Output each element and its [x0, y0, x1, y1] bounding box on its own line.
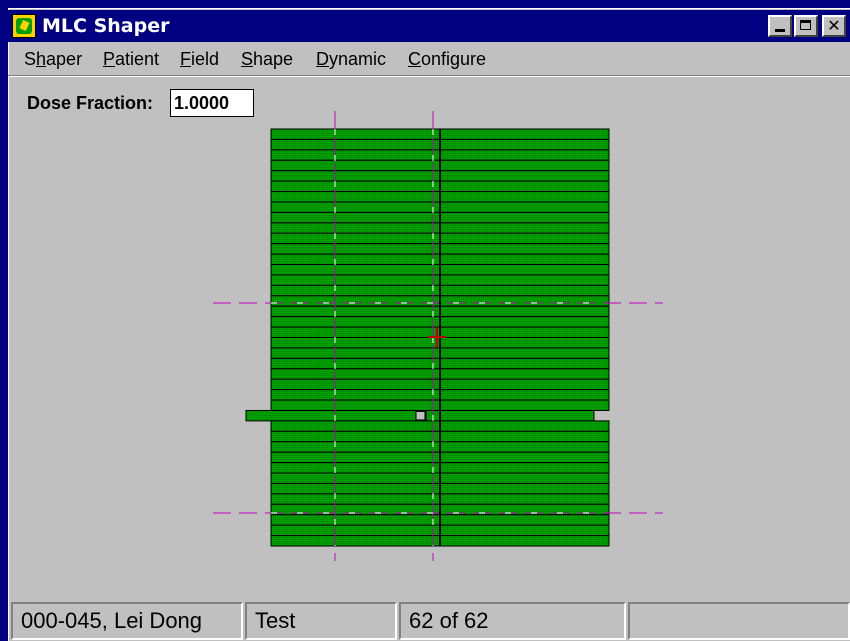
- mlc-leaf-left-18: [270, 316, 441, 328]
- mlc-leaf-left-17: [270, 305, 441, 318]
- mlc-leaf-left-16: [270, 295, 441, 307]
- mlc-leaf-right-29: [439, 430, 610, 443]
- mlc-leaf-right-34: [439, 482, 610, 495]
- mlc-leaf-right-30: [439, 441, 610, 453]
- mlc-leaf-left-23: [270, 368, 441, 380]
- mlc-leaf-right-37: [439, 514, 610, 526]
- mlc-leaf-left-39: [270, 535, 441, 547]
- mlc-leaf-left-35: [270, 493, 441, 505]
- mlc-leaf-right-31: [439, 451, 610, 464]
- mlc-leaf-left-7: [270, 201, 441, 213]
- mlc-leaf-left-0: [270, 128, 441, 140]
- mlc-leaf-right-35: [439, 493, 610, 505]
- mlc-leaf-right-27: [425, 409, 595, 422]
- mlc-leaf-left-6: [270, 191, 441, 203]
- mlc-leaf-right-6: [439, 191, 610, 203]
- mlc-leaf-right-1: [439, 138, 610, 151]
- mlc-leaf-left-20: [270, 337, 441, 349]
- mlc-leaf-right-8: [439, 211, 610, 224]
- mlc-leaf-left-32: [270, 462, 441, 474]
- mlc-leaf-right-23: [439, 368, 610, 380]
- mlc-leaf-right-28: [439, 420, 610, 432]
- mlc-leaf-left-37: [270, 514, 441, 526]
- mlc-leaf-right-39: [439, 535, 610, 547]
- mlc-leaf-left-31: [270, 451, 441, 464]
- mlc-leaf-right-0: [439, 128, 610, 140]
- mlc-leaf-left-1: [270, 138, 441, 151]
- mlc-leaf-left-25: [270, 389, 441, 401]
- mlc-leaf-left-38: [270, 524, 441, 537]
- mlc-leaf-left-21: [270, 347, 441, 359]
- mlc-leaf-left-3: [270, 159, 441, 172]
- mlc-leaf-right-11: [439, 243, 610, 255]
- mlc-leaf-left-24: [270, 378, 441, 391]
- mlc-leaf-left-19: [270, 326, 441, 339]
- mlc-leaf-left-10: [270, 232, 441, 245]
- mlc-leaf-right-5: [439, 180, 610, 193]
- mlc-leaf-left-34: [270, 482, 441, 495]
- mlc-leaf-right-10: [439, 232, 610, 245]
- mlc-leaf-left-14: [270, 274, 441, 286]
- mlc-leaf-left-13: [270, 264, 441, 276]
- mlc-leaf-right-38: [439, 524, 610, 537]
- mlc-leaf-left-33: [270, 472, 441, 484]
- mlc-leaf-left-29: [270, 430, 441, 443]
- mlc-leaf-right-9: [439, 222, 610, 234]
- mlc-leaf-left-12: [270, 253, 441, 266]
- mlc-leaf-left-15: [270, 284, 441, 297]
- mlc-leaf-left-5: [270, 180, 441, 193]
- status-plan: Test: [245, 602, 397, 640]
- mlc-leaf-right-17: [439, 305, 610, 318]
- desktop-edge: [0, 0, 8, 641]
- mlc-leaf-right-21: [439, 347, 610, 359]
- mlc-leaf-right-33: [439, 472, 610, 484]
- mlc-leaf-right-32: [439, 462, 610, 474]
- mlc-leaf-right-19: [439, 326, 610, 339]
- mlc-leaf-right-13: [439, 264, 610, 276]
- mlc-leaf-left-22: [270, 357, 441, 370]
- mlc-leaf-left-9: [270, 222, 441, 234]
- mlc-leaf-right-16: [439, 295, 610, 307]
- mlc-leaf-right-12: [439, 253, 610, 266]
- status-field-position: 62 of 62: [399, 602, 626, 640]
- mlc-leaf-right-20: [439, 337, 610, 349]
- mlc-leaf-right-15: [439, 284, 610, 297]
- mlc-leaf-left-30: [270, 441, 441, 453]
- mlc-leaf-right-14: [439, 274, 610, 286]
- mlc-leaf-left-2: [270, 149, 441, 161]
- mlc-leaf-left-28: [270, 420, 441, 432]
- mlc-leaf-left-11: [270, 243, 441, 255]
- status-patient: 000-045, Lei Dong: [11, 602, 243, 640]
- mlc-leaf-right-7: [439, 201, 610, 213]
- mlc-leaf-right-25: [439, 389, 610, 401]
- mlc-leaf-left-8: [270, 211, 441, 224]
- mlc-leaf-left-27: [245, 409, 417, 422]
- mlc-leaf-gap: [415, 410, 426, 421]
- status-bar: 000-045, Lei Dong Test 62 of 62: [8, 600, 850, 641]
- mlc-leaf-right-18: [439, 316, 610, 328]
- mlc-leaf-right-22: [439, 357, 610, 370]
- mlc-leaf-right-3: [439, 159, 610, 172]
- status-extra: [628, 602, 850, 640]
- mlc-shaper-window: MLC Shaper ✕ Shaper Patient Field Shape …: [8, 8, 850, 641]
- mlc-leaf-right-26: [439, 399, 610, 411]
- mlc-leaf-left-4: [270, 170, 441, 182]
- mlc-leaf-left-26: [270, 399, 441, 411]
- mlc-leaf-right-2: [439, 149, 610, 161]
- mlc-field-view[interactable]: [8, 8, 850, 598]
- mlc-leaf-right-24: [439, 378, 610, 391]
- mlc-leaf-right-4: [439, 170, 610, 182]
